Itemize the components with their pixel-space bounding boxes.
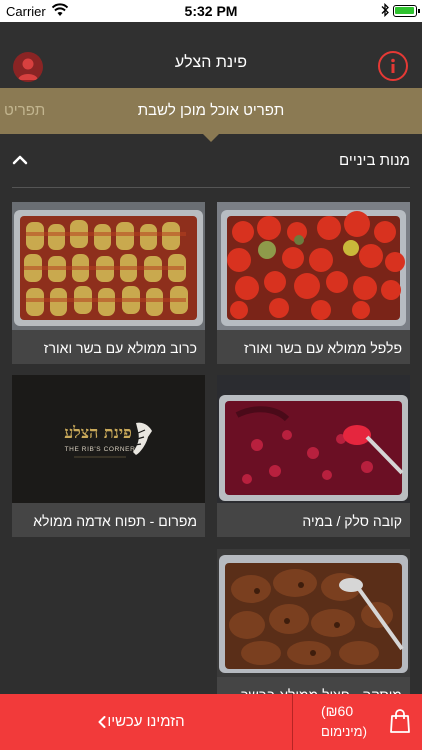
order-now-label: הזמינו עכשיו — [107, 713, 185, 730]
product-card-stuffed-cabbage[interactable]: כרוב ממולא עם בשר ואורז — [12, 202, 205, 364]
category-tabs: תפריט תפריט אוכל מוכן לשבת — [0, 88, 422, 134]
battery-icon — [393, 5, 420, 17]
svg-text:פינת הצלע: פינת הצלע — [64, 423, 132, 442]
ribs-corner-logo: פינת הצלע THE RIB'S CORNER — [12, 375, 205, 503]
status-bar: Carrier 5:32 PM — [0, 0, 422, 22]
info-icon — [391, 58, 395, 73]
stuffed-cabbage-photo — [12, 202, 205, 330]
kubbeh-beet-photo — [217, 375, 410, 503]
chevron-up-icon[interactable] — [12, 154, 28, 166]
product-card-stuffed-peppers[interactable]: פלפל ממולא עם בשר ואורז — [217, 202, 410, 364]
product-card-moussaka[interactable]: מוסקה - חציל ממולא בבשר — [217, 549, 410, 711]
stuffed-eggplant-photo — [217, 549, 410, 677]
stuffed-peppers-photo — [217, 202, 410, 330]
product-name: פלפל ממולא עם בשר ואורז — [243, 340, 402, 356]
product-name: כרוב ממולא עם בשר ואורז — [43, 340, 197, 356]
bluetooth-icon — [381, 3, 389, 17]
page-title: פינת הצלע — [174, 54, 248, 71]
tab-shabbat-menu[interactable]: תפריט אוכל מוכן לשבת — [0, 102, 422, 119]
svg-text:THE RIB'S CORNER: THE RIB'S CORNER — [65, 446, 136, 453]
product-card-kubbeh-beet[interactable]: קובה סלק / במיה — [217, 375, 410, 537]
navigation-bar: פינת הצלע — [0, 22, 422, 88]
info-button[interactable] — [378, 51, 408, 81]
minimum-price: (₪60 — [321, 703, 354, 719]
section-header-intermediate-dishes[interactable]: מנות ביניים — [12, 148, 410, 188]
cart-button[interactable]: (₪60 מינימום) — [293, 694, 422, 750]
minimum-label: מינימום) — [321, 724, 367, 739]
bottom-order-bar: הזמינו עכשיו (₪60 מינימום) — [0, 694, 422, 750]
clock: 5:32 PM — [184, 3, 238, 19]
active-tab-indicator — [203, 134, 219, 142]
product-name: קובה סלק / במיה — [302, 513, 402, 529]
product-card-mafrum[interactable]: פינת הצלע THE RIB'S CORNER מפרום - תפוח … — [12, 375, 205, 537]
shopping-bag-icon — [390, 709, 410, 733]
order-now-button[interactable]: הזמינו עכשיו — [0, 694, 292, 750]
product-name: מפרום - תפוח אדמה ממולא — [33, 513, 197, 529]
section-title: מנות ביניים — [339, 152, 410, 169]
